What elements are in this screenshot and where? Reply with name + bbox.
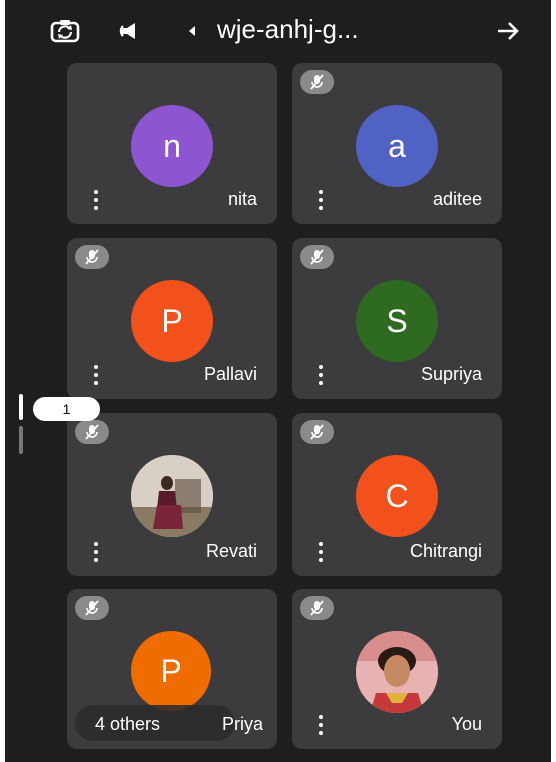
mic-off-icon: [300, 420, 334, 444]
back-arrow-icon[interactable]: [493, 16, 523, 46]
more-options-icon[interactable]: [89, 190, 103, 210]
participant-name: aditee: [432, 189, 482, 209]
participant-name: Supriya: [420, 364, 482, 384]
more-options-icon[interactable]: [314, 190, 328, 210]
more-options-icon[interactable]: [314, 542, 328, 562]
avatar: a: [356, 105, 438, 187]
mic-off-icon: [75, 420, 109, 444]
participant-tile-revati[interactable]: Revati: [67, 413, 277, 576]
participant-tile-priya-others[interactable]: P Priya 4 others: [67, 589, 277, 749]
participant-tile-you[interactable]: You: [292, 589, 502, 749]
participant-tile-supriya[interactable]: S Supriya: [292, 238, 502, 399]
participant-tile-aditee[interactable]: a aditee: [292, 63, 502, 224]
participant-name: nita: [227, 189, 257, 209]
participant-name: Pallavi: [203, 364, 257, 384]
participant-tile-nita[interactable]: n nita: [67, 63, 277, 224]
participant-tile-pallavi[interactable]: P Pallavi: [67, 238, 277, 399]
page-number: 1: [62, 401, 71, 417]
more-options-icon[interactable]: [89, 542, 103, 562]
avatar: P: [131, 280, 213, 362]
participant-tile-chitrangi[interactable]: C Chitrangi: [292, 413, 502, 576]
meeting-screen: wje-anhj-g... n nita a aditee P Pallavi: [5, 0, 551, 762]
participant-name: Revati: [205, 541, 257, 561]
meeting-title[interactable]: wje-anhj-g...: [217, 14, 359, 45]
mic-off-icon: [300, 245, 334, 269]
mic-off-icon: [75, 596, 109, 620]
participant-name: You: [451, 714, 482, 734]
mic-off-icon: [75, 245, 109, 269]
page-indicator-pill[interactable]: 1: [33, 397, 100, 421]
switch-camera-icon[interactable]: [49, 16, 81, 46]
profile-photo: [131, 455, 213, 537]
avatar: n: [131, 105, 213, 187]
others-label[interactable]: 4 others: [95, 714, 160, 735]
caret-left-icon[interactable]: [186, 24, 198, 38]
page-indicator-bar[interactable]: [19, 394, 23, 420]
more-options-icon[interactable]: [89, 365, 103, 385]
avatar: P: [131, 631, 211, 711]
participant-name: Priya: [221, 714, 263, 734]
mic-off-icon: [300, 70, 334, 94]
avatar: S: [356, 280, 438, 362]
mic-off-icon: [300, 596, 334, 620]
speaker-icon[interactable]: [115, 18, 145, 44]
more-options-icon[interactable]: [314, 715, 328, 735]
top-bar: wje-anhj-g...: [5, 0, 551, 62]
more-options-icon[interactable]: [314, 365, 328, 385]
profile-photo: [356, 631, 438, 713]
avatar: C: [356, 455, 438, 537]
participant-name: Chitrangi: [409, 541, 482, 561]
page-indicator-bar-inactive[interactable]: [19, 426, 23, 454]
